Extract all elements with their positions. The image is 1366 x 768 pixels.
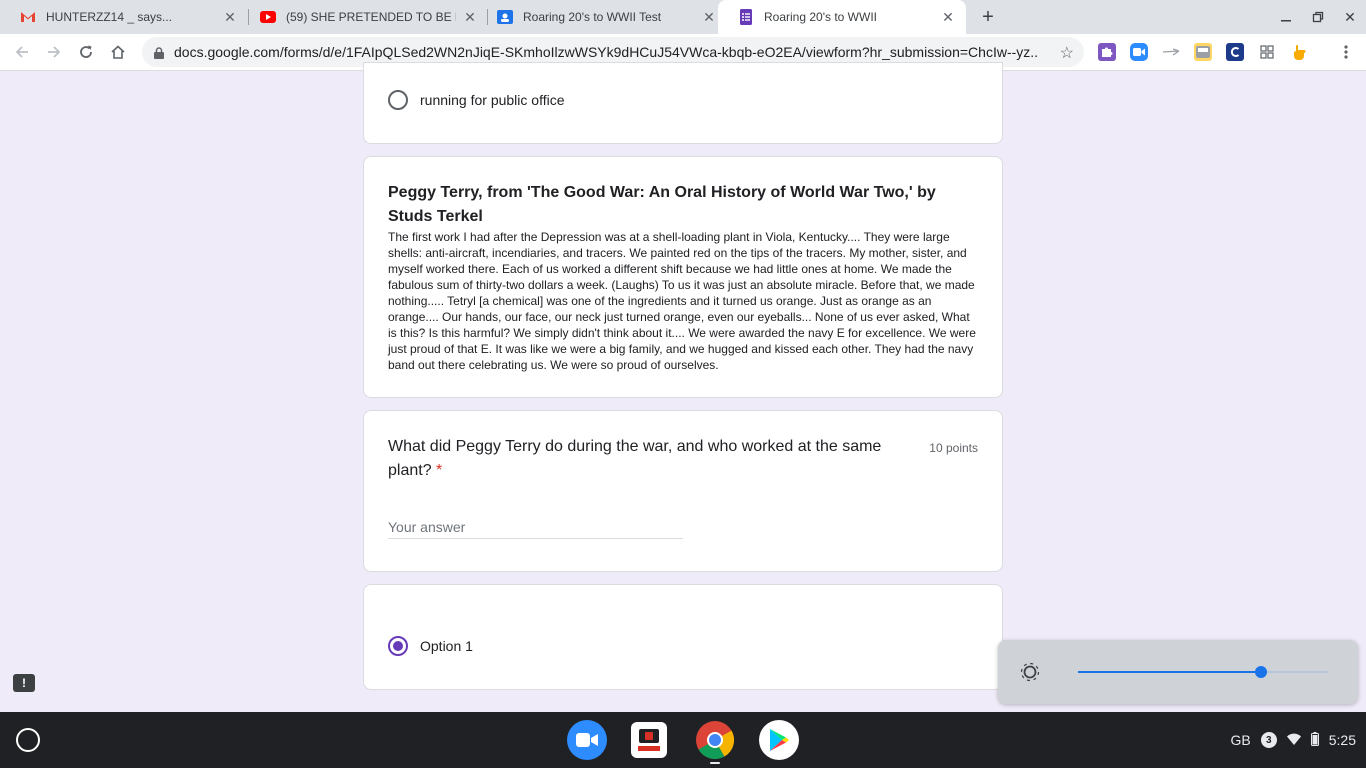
tab-gmail[interactable]: HUNTERZZ14 _ says... ✕ xyxy=(0,0,248,34)
forms-icon xyxy=(738,9,754,25)
close-tab-icon[interactable]: ✕ xyxy=(701,9,717,25)
minimize-button[interactable] xyxy=(1275,6,1297,28)
chrome-app-icon[interactable] xyxy=(695,720,735,760)
close-tab-icon[interactable]: ✕ xyxy=(940,9,956,25)
close-tab-icon[interactable]: ✕ xyxy=(222,9,238,25)
airplane-extension-icon[interactable] xyxy=(1162,43,1180,61)
status-tray[interactable]: GB 3 5:25 xyxy=(1231,726,1356,754)
new-tab-button[interactable]: + xyxy=(976,5,1000,29)
close-icon: ✕ xyxy=(1344,8,1356,25)
radio-option-1[interactable] xyxy=(388,636,408,656)
restore-button[interactable] xyxy=(1307,6,1329,28)
forward-button[interactable] xyxy=(42,40,66,64)
clock: 5:25 xyxy=(1328,732,1356,748)
brightness-slider-thumb[interactable] xyxy=(1254,666,1267,678)
section-card: Peggy Terry, from 'The Good War: An Oral… xyxy=(363,156,1003,398)
next-question-card: Option 1 xyxy=(363,584,1003,690)
radio-running-for-public-office[interactable] xyxy=(388,90,408,110)
chromeos-shelf: GB 3 5:25 xyxy=(0,712,1366,768)
option-label: Option 1 xyxy=(420,638,473,654)
plus-icon: + xyxy=(982,5,994,28)
reload-icon xyxy=(80,45,92,58)
c-extension-icon[interactable] xyxy=(1226,43,1244,61)
classroom-icon xyxy=(497,9,513,25)
report-feedback-button[interactable]: ! xyxy=(13,674,35,692)
previous-question-card: running for public office xyxy=(363,62,1003,144)
tab-title: (59) SHE PRETENDED TO BE PO xyxy=(286,10,456,24)
brightness-popup xyxy=(998,640,1358,704)
question-text: What did Peggy Terry do during the war, … xyxy=(388,438,882,479)
brightness-slider[interactable] xyxy=(1078,666,1328,678)
gmail-icon xyxy=(20,9,36,25)
lock-icon xyxy=(154,46,164,59)
restore-icon xyxy=(1312,11,1324,23)
points-label: 10 points xyxy=(929,441,978,455)
more-vert-icon xyxy=(1344,45,1348,59)
back-button[interactable] xyxy=(10,40,34,64)
option-label: running for public office xyxy=(420,92,565,108)
exclamation-icon: ! xyxy=(22,676,26,690)
tab-classroom[interactable]: Roaring 20's to WWII Test ✕ xyxy=(477,0,727,34)
url-text[interactable]: docs.google.com/forms/d/e/1FAIpQLSed2WN2… xyxy=(174,44,1038,60)
notification-count-badge: 3 xyxy=(1260,732,1277,748)
tab-title: Roaring 20's to WWII Test xyxy=(523,10,662,24)
home-button[interactable] xyxy=(106,40,130,64)
tab-title: HUNTERZZ14 _ says... xyxy=(46,10,173,24)
tab-title: Roaring 20's to WWII xyxy=(764,10,877,24)
arrow-right-icon xyxy=(48,46,61,58)
home-icon xyxy=(111,45,125,59)
tab-youtube[interactable]: (59) SHE PRETENDED TO BE PO ✕ xyxy=(240,0,488,34)
battery-icon xyxy=(1310,731,1319,749)
minimize-icon xyxy=(1281,20,1291,22)
active-app-indicator xyxy=(710,762,720,764)
puzzle-extension-icon[interactable] xyxy=(1098,43,1116,61)
question-card: What did Peggy Terry do during the war, … xyxy=(363,410,1003,572)
short-answer-input[interactable] xyxy=(388,515,683,539)
brightness-icon xyxy=(1016,658,1044,686)
close-tab-icon[interactable]: ✕ xyxy=(462,9,478,25)
bookmark-star-icon[interactable]: ☆ xyxy=(1060,43,1074,63)
wifi-icon xyxy=(1286,732,1301,748)
reload-button[interactable] xyxy=(74,40,98,64)
arrow-left-icon xyxy=(15,46,28,58)
grid-extension-icon[interactable] xyxy=(1258,43,1276,61)
ime-label: GB xyxy=(1230,732,1251,748)
close-window-button[interactable]: ✕ xyxy=(1339,6,1361,28)
youtube-icon xyxy=(260,9,276,25)
brightness-slider-fill xyxy=(1078,671,1261,673)
tab-forms[interactable]: Roaring 20's to WWII ✕ xyxy=(718,0,966,34)
hand-extension-icon[interactable] xyxy=(1290,43,1308,61)
section-title: Peggy Terry, from 'The Good War: An Oral… xyxy=(388,184,936,225)
education-app-icon[interactable] xyxy=(631,722,667,758)
chrome-menu-button[interactable] xyxy=(1334,40,1358,64)
section-description: The first work I had after the Depressio… xyxy=(388,230,976,372)
reader-extension-icon[interactable] xyxy=(1194,43,1212,61)
tab-strip: HUNTERZZ14 _ says... ✕ (59) SHE PRETENDE… xyxy=(0,0,1366,34)
zoom-app-icon[interactable] xyxy=(567,720,607,760)
zoom-extension-icon[interactable] xyxy=(1130,43,1148,61)
question-title: What did Peggy Terry do during the war, … xyxy=(388,435,908,483)
play-store-app-icon[interactable] xyxy=(759,720,799,760)
launcher-button[interactable] xyxy=(16,728,40,752)
required-asterisk: * xyxy=(436,462,443,479)
